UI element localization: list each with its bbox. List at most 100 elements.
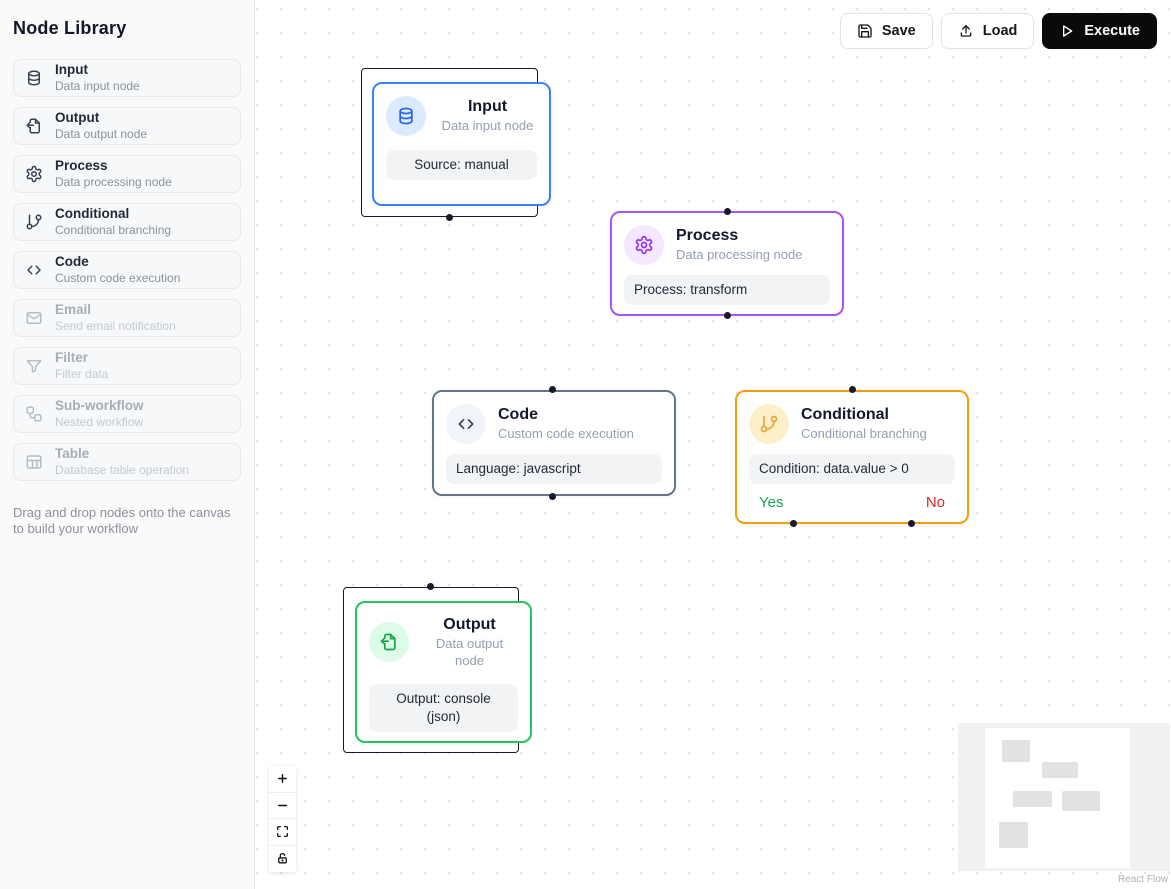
library-item-label: Email (55, 302, 176, 318)
input-node[interactable]: Input Data input node Source: manual (372, 82, 551, 206)
node-title: Process (676, 226, 830, 247)
node-subtitle: Data processing node (676, 247, 830, 264)
node-title: Output (421, 615, 518, 636)
library-item-desc: Nested workflow (55, 415, 144, 430)
library-item-conditional[interactable]: ConditionalConditional branching (13, 203, 241, 241)
minimap-node-process (1042, 762, 1078, 778)
library-item-email: EmailSend email notification (13, 299, 241, 337)
node-detail: Condition: data.value > 0 (749, 454, 955, 484)
sidebar-hint: Drag and drop nodes onto the canvas to b… (13, 505, 241, 538)
minimap-node-conditional (1062, 791, 1100, 811)
workflow-editor: Node Library InputData input node Output… (0, 0, 1171, 889)
sidebar-title: Node Library (13, 18, 241, 39)
library-item-process[interactable]: ProcessData processing node (13, 155, 241, 193)
node-subtitle: Data output node (421, 636, 518, 670)
code-node-target-handle[interactable] (549, 386, 556, 393)
node-detail: Language: javascript (446, 454, 662, 484)
conditional-node-yes-handle[interactable] (790, 520, 797, 527)
library-item-input[interactable]: InputData input node (13, 59, 241, 97)
library-item-label: Output (55, 110, 147, 126)
code-node-source-handle[interactable] (549, 493, 556, 500)
library-item-table: TableDatabase table operation (13, 443, 241, 481)
fit-view-button[interactable] (269, 819, 296, 846)
load-button-label: Load (983, 23, 1018, 39)
library-item-desc: Database table operation (55, 463, 189, 478)
node-detail: Source: manual (386, 150, 537, 180)
library-item-desc: Custom code execution (55, 271, 180, 286)
library-item-desc: Send email notification (55, 319, 176, 334)
node-library-list: InputData input node OutputData output n… (13, 59, 241, 481)
canvas-controls (269, 766, 296, 872)
minimap-node-code (1013, 791, 1052, 807)
play-icon (1059, 23, 1075, 39)
library-item-desc: Filter data (55, 367, 108, 382)
code-icon (25, 261, 43, 279)
library-item-desc: Conditional branching (55, 223, 171, 238)
save-icon (857, 23, 873, 39)
mail-icon (25, 309, 43, 327)
conditional-node[interactable]: Conditional Conditional branching Condit… (735, 390, 969, 524)
node-title: Code (498, 405, 662, 426)
code-icon (446, 404, 486, 444)
node-detail: Output: console (json) (369, 684, 518, 732)
file-output-icon (25, 117, 43, 135)
fit-view-icon (276, 825, 289, 838)
process-node-target-handle[interactable] (724, 208, 731, 215)
library-item-label: Code (55, 254, 180, 270)
branch-yes-label: Yes (759, 494, 783, 511)
react-flow-attribution[interactable]: React Flow (1104, 874, 1168, 885)
minimap-node-output (999, 822, 1028, 848)
library-item-subworkflow: Sub-workflowNested workflow (13, 395, 241, 433)
file-output-icon (369, 622, 409, 662)
library-item-output[interactable]: OutputData output node (13, 107, 241, 145)
gear-icon (624, 225, 664, 265)
minimap[interactable] (958, 723, 1170, 871)
conditional-node-target-handle[interactable] (849, 386, 856, 393)
library-item-label: Input (55, 62, 140, 78)
library-item-desc: Data output node (55, 127, 147, 142)
execute-button[interactable]: Execute (1042, 13, 1157, 49)
library-item-desc: Data processing node (55, 175, 172, 190)
node-subtitle: Data input node (438, 118, 537, 135)
upload-icon (958, 23, 974, 39)
node-subtitle: Custom code execution (498, 426, 662, 443)
workflow-icon (25, 405, 43, 423)
node-library-sidebar: Node Library InputData input node Output… (0, 0, 255, 889)
execute-button-label: Execute (1084, 23, 1140, 39)
node-detail: Process: transform (624, 275, 830, 305)
library-item-filter: FilterFilter data (13, 347, 241, 385)
database-icon (386, 96, 426, 136)
database-icon (25, 69, 43, 87)
filter-icon (25, 357, 43, 375)
input-node-source-handle[interactable] (446, 214, 453, 221)
library-item-desc: Data input node (55, 79, 140, 94)
plus-icon (276, 772, 289, 785)
zoom-out-button[interactable] (269, 793, 296, 820)
conditional-node-no-handle[interactable] (908, 520, 915, 527)
lock-toggle-button[interactable] (269, 846, 296, 873)
code-node[interactable]: Code Custom code execution Language: jav… (432, 390, 676, 496)
branch-no-label: No (926, 494, 945, 511)
git-branch-icon (749, 404, 789, 444)
toolbar: Save Load Execute (840, 13, 1157, 49)
save-button[interactable]: Save (840, 13, 933, 49)
library-item-label: Process (55, 158, 172, 174)
gear-icon (25, 165, 43, 183)
git-branch-icon (25, 213, 43, 231)
library-item-label: Filter (55, 350, 108, 366)
zoom-in-button[interactable] (269, 766, 296, 793)
minimap-node-input (1002, 740, 1030, 762)
library-item-label: Conditional (55, 206, 171, 222)
library-item-code[interactable]: CodeCustom code execution (13, 251, 241, 289)
table-icon (25, 453, 43, 471)
library-item-label: Sub-workflow (55, 398, 144, 414)
output-node-target-handle[interactable] (427, 583, 434, 590)
node-title: Conditional (801, 405, 955, 426)
process-node-source-handle[interactable] (724, 312, 731, 319)
unlock-icon (276, 852, 289, 865)
library-item-label: Table (55, 446, 189, 462)
output-node[interactable]: Output Data output node Output: console … (355, 601, 532, 743)
load-button[interactable]: Load (941, 13, 1035, 49)
process-node[interactable]: Process Data processing node Process: tr… (610, 211, 844, 316)
node-subtitle: Conditional branching (801, 426, 955, 443)
